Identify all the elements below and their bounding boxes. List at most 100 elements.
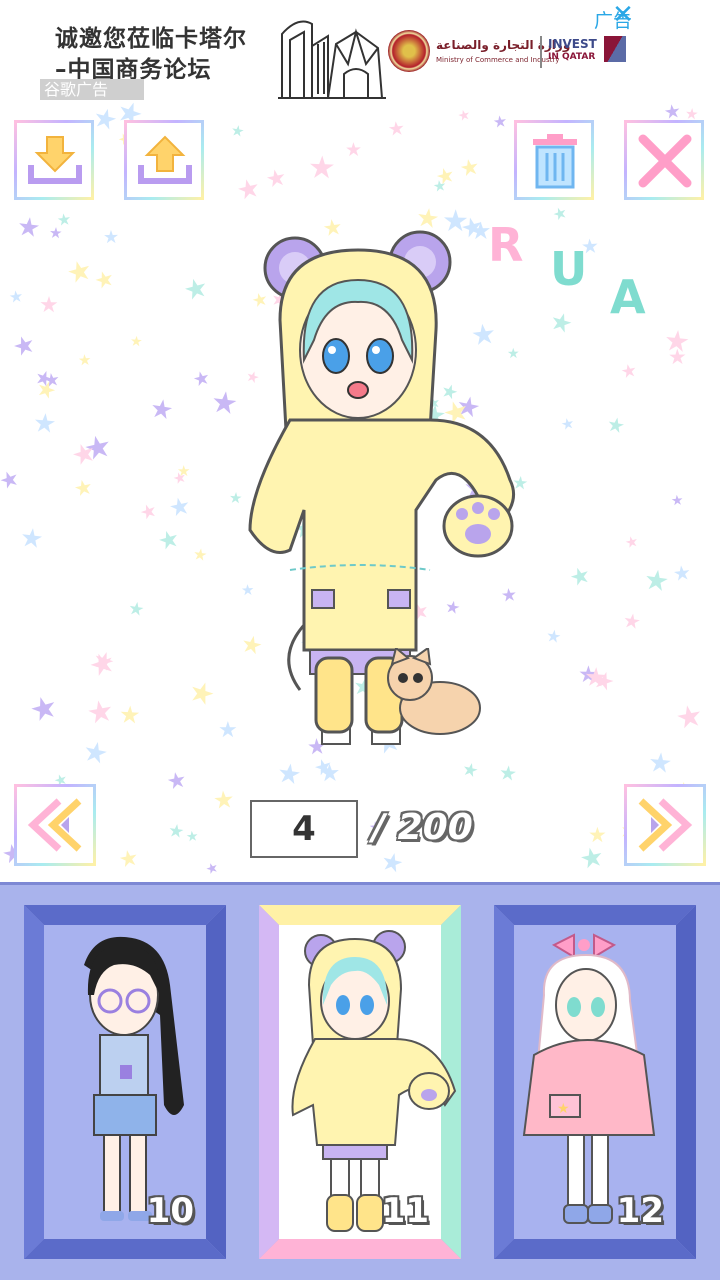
dark-hair-character-thumbnail: [84, 936, 184, 1221]
ad-divider: [540, 36, 542, 68]
star-decoration: ★: [48, 223, 63, 243]
star-decoration: ★: [147, 393, 176, 427]
cat-and-boots-illustration: [314, 648, 481, 735]
download-tray-icon: [28, 136, 82, 184]
close-button[interactable]: [624, 120, 704, 200]
star-decoration: ★: [154, 523, 183, 557]
download-button[interactable]: [14, 120, 94, 200]
star-decoration: ★: [671, 559, 693, 587]
star-decoration: ★: [7, 286, 25, 307]
star-decoration: ★: [79, 733, 112, 772]
ministry-seal-icon: [388, 30, 430, 72]
slot-number: 12: [616, 1191, 664, 1231]
svg-text:★: ★: [557, 1101, 570, 1117]
next-page-button[interactable]: [624, 784, 706, 866]
star-decoration: ★: [191, 544, 209, 565]
previous-page-button[interactable]: [14, 784, 96, 866]
star-decoration: ★: [576, 840, 608, 877]
slot-number: 10: [146, 1191, 194, 1231]
star-decoration: ★: [307, 149, 337, 187]
star-decoration: ★: [386, 117, 407, 141]
trash-icon: [533, 134, 577, 189]
star-decoration: ★: [414, 202, 442, 236]
star-decoration: ★: [619, 359, 639, 384]
star-decoration: ★: [63, 252, 96, 291]
star-decoration: ★: [497, 760, 519, 786]
star-decoration: ★: [164, 767, 189, 796]
star-decoration: ★: [646, 747, 674, 780]
ad-banner[interactable]: 诚邀您莅临卡塔尔 –中国商务论坛 谷歌广告 وزارة التجارة والص…: [0, 0, 720, 100]
star-decoration: ★: [116, 845, 141, 874]
star-decoration: ★: [344, 138, 363, 162]
page-number-input[interactable]: 4: [250, 800, 358, 858]
star-decoration: ★: [623, 531, 641, 553]
ad-close-icon[interactable]: ✕: [610, 2, 636, 28]
star-decoration: ★: [491, 111, 509, 132]
star-decoration: ★: [118, 700, 142, 730]
star-decoration: ★: [263, 164, 289, 194]
slot-number: 11: [381, 1191, 429, 1231]
star-decoration: ★: [544, 625, 563, 649]
star-decoration: ★: [583, 662, 609, 694]
star-decoration: ★: [566, 561, 595, 593]
delete-button[interactable]: [514, 120, 594, 200]
pink-bow-character-thumbnail: ★: [522, 933, 656, 1224]
star-decoration: ★: [25, 687, 63, 731]
rua-letter-u: U: [550, 242, 588, 296]
double-chevron-left-icon: [27, 798, 82, 852]
star-decoration: ★: [184, 672, 220, 714]
upload-button[interactable]: [124, 120, 204, 200]
star-decoration: ★: [203, 859, 221, 879]
double-chevron-right-icon: [638, 798, 693, 852]
invest-text: INVEST: [548, 37, 597, 51]
star-decoration: ★: [431, 176, 448, 196]
star-decoration: ★: [15, 211, 43, 245]
star-decoration: ★: [604, 411, 628, 439]
rua-letter-a: A: [610, 270, 646, 324]
star-decoration: ★: [233, 172, 264, 208]
star-decoration: ★: [185, 828, 200, 846]
star-decoration: ★: [550, 202, 570, 225]
star-decoration: ★: [166, 491, 194, 523]
star-decoration: ★: [218, 718, 238, 743]
outfit-slot-11[interactable]: 11: [259, 905, 461, 1259]
star-decoration: ★: [126, 597, 146, 622]
google-ad-label: 谷歌广告: [40, 79, 144, 100]
star-decoration: ★: [211, 785, 236, 815]
star-decoration: ★: [166, 819, 186, 844]
star-decoration: ★: [77, 350, 93, 370]
star-decoration: ★: [588, 823, 607, 847]
star-decoration: ★: [209, 384, 240, 423]
star-decoration: ★: [8, 328, 40, 363]
outfit-slot-10[interactable]: 10: [24, 905, 226, 1259]
bear-hoodie-character-thumbnail: [291, 930, 457, 1232]
star-decoration: ★: [662, 322, 692, 360]
star-decoration: ★: [91, 265, 118, 296]
building-illustration: [278, 20, 386, 99]
ad-headline: 诚邀您莅临卡塔尔 –中国商务论坛: [55, 24, 247, 86]
star-decoration: ★: [559, 413, 577, 435]
star-decoration: ★: [38, 292, 59, 319]
upload-tray-icon: [138, 135, 192, 184]
star-decoration: ★: [456, 106, 473, 126]
star-decoration: ★: [180, 271, 212, 308]
star-decoration: ★: [71, 474, 96, 502]
star-decoration: ★: [89, 101, 121, 138]
star-decoration: ★: [310, 752, 336, 782]
character-stage: ★ ★ ★ ★ ★ ★ ★ ★ ★ ★ ★ ★ ★ ★ ★ ★ ★ ★ ★ ★ ★ ★ ★ ★ ★ ★ ★ ★ ★ ★ ★ ★ ★ ★ ★ ★ ★ ★ ★ ★…: [0, 100, 720, 882]
star-decoration: ★: [0, 465, 24, 496]
invest-sub-text: IN QATAR: [548, 52, 596, 62]
close-x-icon: [638, 134, 692, 188]
star-decoration: ★: [102, 226, 120, 249]
star-decoration: ★: [229, 121, 246, 141]
star-decoration: ★: [670, 492, 685, 510]
ad-headline-line1: 诚邀您莅临卡塔尔: [55, 26, 247, 52]
outfit-tray: 10 11 ★ 12: [0, 882, 720, 1280]
invest-qatar-logo: INVEST IN QATAR: [548, 38, 597, 64]
star-decoration: ★: [136, 498, 161, 526]
outfit-slot-12[interactable]: ★ 12: [494, 905, 696, 1259]
star-decoration: ★: [84, 692, 117, 733]
star-decoration: ★: [672, 697, 706, 738]
star-decoration: ★: [457, 154, 482, 183]
star-decoration: ★: [621, 607, 643, 635]
